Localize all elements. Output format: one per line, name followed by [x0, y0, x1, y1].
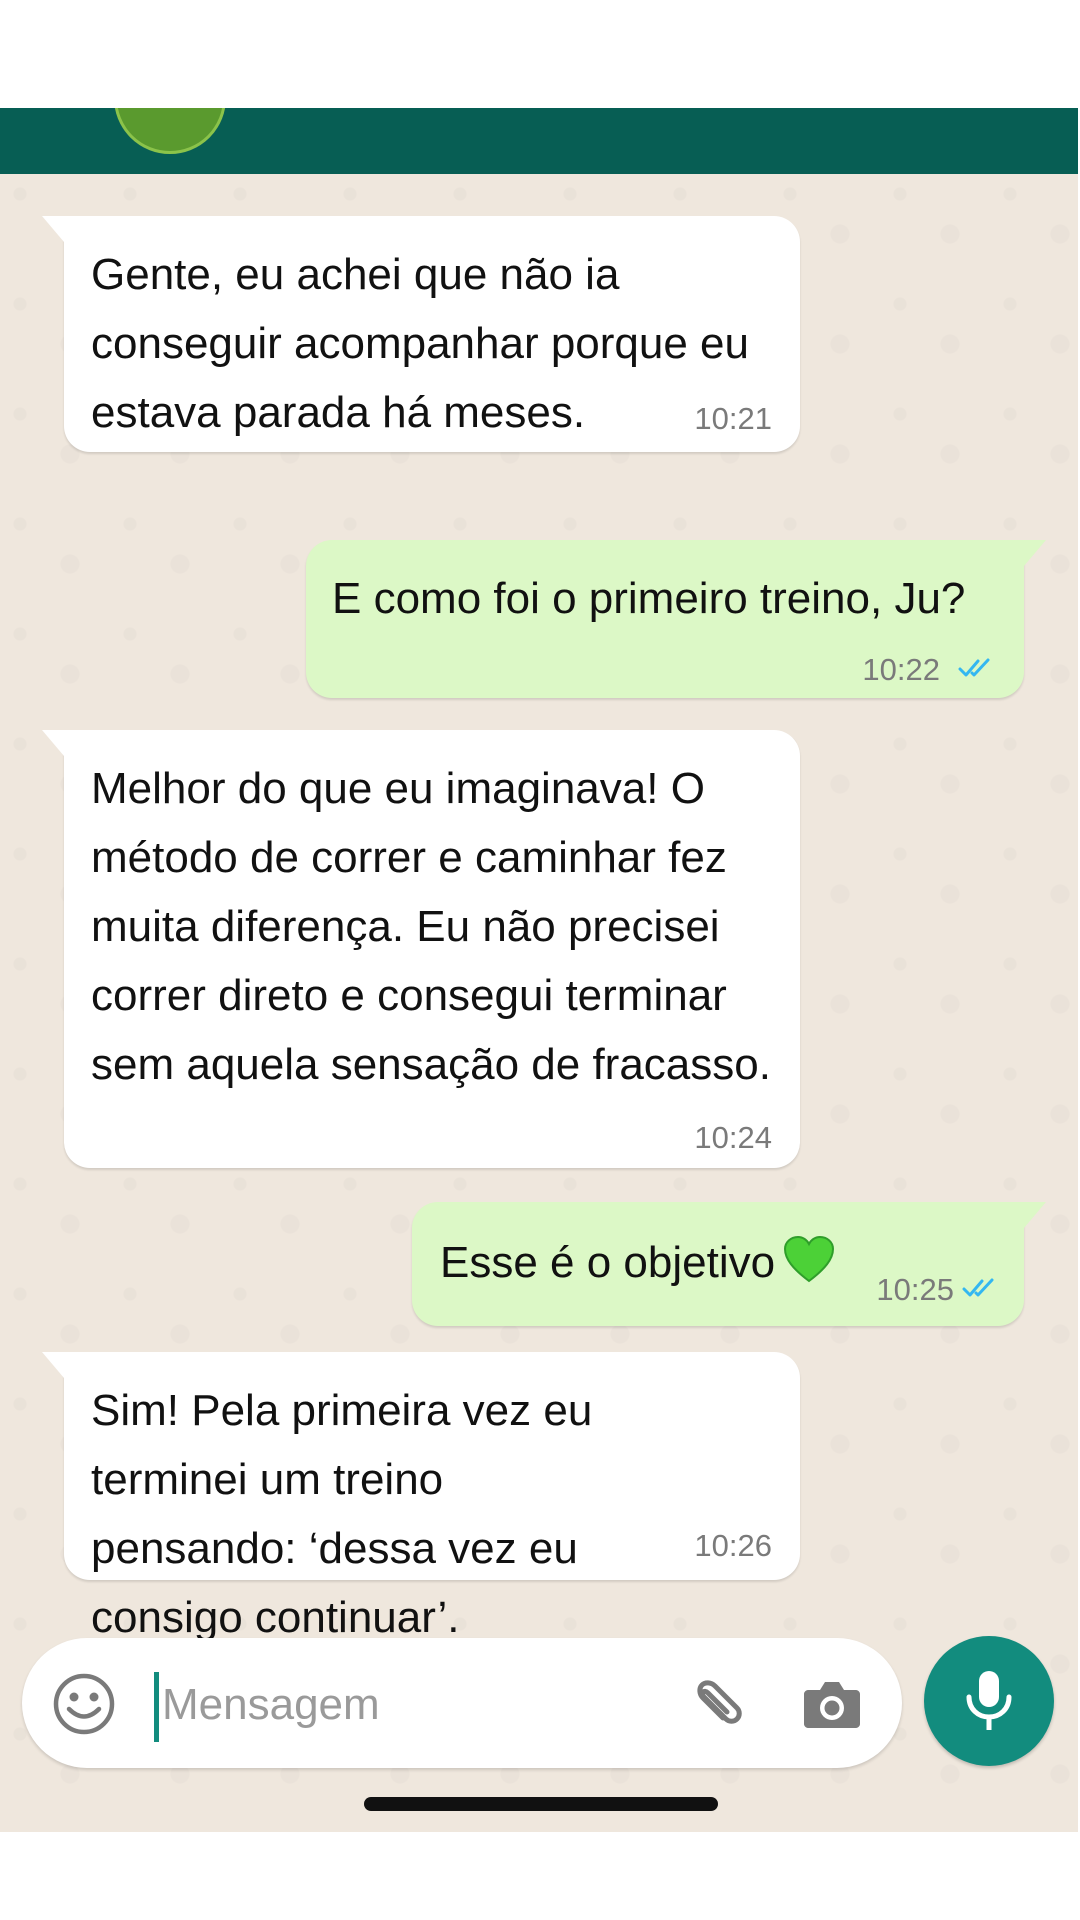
message-time: 10:25 — [876, 1272, 954, 1307]
message-time: 10:24 — [694, 1120, 772, 1155]
camera-icon[interactable] — [800, 1672, 864, 1736]
green-heart-emoji — [784, 1235, 835, 1283]
paperclip-icon[interactable] — [677, 1668, 749, 1740]
message-text: Esse é o objetivo — [440, 1228, 880, 1297]
message-text: E como foi o primeiro treino, Ju? — [332, 574, 966, 623]
emoji-icon[interactable] — [52, 1672, 116, 1736]
message-text-content: Esse é o objetivo — [440, 1238, 776, 1287]
double-check-icon — [962, 1278, 994, 1297]
message-composer — [22, 1638, 902, 1768]
message-text: Melhor do que eu imaginava! O método de … — [91, 764, 771, 1089]
double-check-icon — [958, 658, 990, 677]
contact-avatar[interactable] — [114, 108, 226, 154]
text-cursor — [154, 1672, 159, 1742]
incoming-message[interactable]: Sim! Pela primeira vez eu terminei um tr… — [42, 1352, 800, 1642]
voice-message-button[interactable] — [924, 1636, 1054, 1766]
message-text: Gente, eu achei que não ia conseguir aco… — [91, 250, 750, 437]
outgoing-message[interactable]: Esse é o objetivo 10:25 — [412, 1202, 1046, 1326]
message-time: 10:22 — [862, 652, 940, 687]
message-time: 10:26 — [694, 1528, 772, 1563]
message-input[interactable] — [162, 1670, 522, 1740]
message-time: 10:21 — [694, 401, 772, 436]
chat-header — [0, 108, 1078, 174]
outgoing-message[interactable]: E como foi o primeiro treino, Ju? 10:22 — [306, 540, 1046, 698]
home-indicator[interactable] — [364, 1797, 718, 1811]
message-text: Sim! Pela primeira vez eu terminei um tr… — [91, 1386, 593, 1642]
mic-icon — [966, 1671, 1012, 1730]
message-list[interactable]: Gente, eu achei que não ia conseguir aco… — [0, 174, 1078, 1832]
incoming-message[interactable]: Gente, eu achei que não ia conseguir aco… — [42, 216, 800, 452]
incoming-message[interactable]: Melhor do que eu imaginava! O método de … — [42, 730, 800, 1168]
